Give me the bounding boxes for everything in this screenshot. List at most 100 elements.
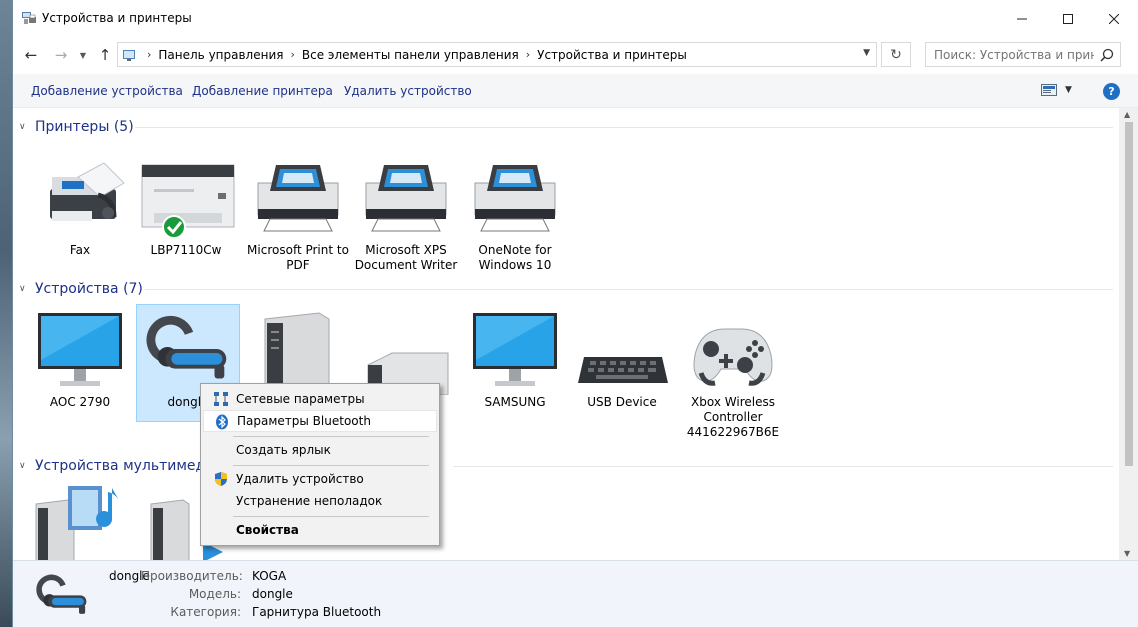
- device-item-lbp7110cw[interactable]: LBP7110Cw: [134, 153, 238, 258]
- group-divider: [453, 466, 1113, 467]
- device-item-media-server[interactable]: [28, 482, 132, 560]
- detail-manufacturer: Производитель: KOGA: [141, 569, 286, 583]
- bluetooth-icon: [216, 414, 228, 430]
- chevron-down-icon: ▼: [79, 50, 87, 60]
- detail-model: Модель: dongle: [141, 587, 293, 601]
- command-bar: Добавление устройства Добавление принтер…: [13, 74, 1138, 108]
- help-button[interactable]: ?: [1103, 83, 1120, 100]
- back-button[interactable]: ←: [21, 44, 41, 66]
- device-label: Fax: [69, 243, 91, 257]
- forward-button[interactable]: →: [51, 44, 71, 66]
- arrow-left-icon: ←: [24, 46, 38, 64]
- details-pane: dongle Производитель: KOGA Модель: dongle …: [13, 560, 1138, 627]
- breadcrumb-separator: ›: [147, 48, 152, 61]
- detail-key: Модель:: [188, 587, 241, 601]
- menu-item-label: Удалить устройство: [236, 472, 364, 486]
- device-item-usb-device[interactable]: USB Device: [570, 305, 674, 410]
- device-item-xbox-controller[interactable]: Xbox Wireless Controller 441622967B6E: [681, 305, 785, 440]
- breadcrumb-all-items[interactable]: Все элементы панели управления: [302, 48, 519, 62]
- add-printer-button[interactable]: Добавление принтера: [192, 84, 333, 98]
- change-view-button[interactable]: ▼: [1041, 84, 1072, 96]
- device-label: SAMSUNG: [484, 395, 546, 409]
- chevron-down-icon: ∨: [19, 461, 26, 471]
- device-item-drive[interactable]: [356, 305, 460, 396]
- navigation-bar: ← → ▼ ↑ › Панель управления › Все элемен…: [13, 38, 1138, 72]
- device-item-fax[interactable]: Fax: [28, 153, 132, 258]
- up-button[interactable]: ↑: [95, 44, 115, 66]
- detail-value: KOGA: [252, 569, 287, 583]
- group-title-multimedia: Устройства мультимеди: [35, 458, 215, 474]
- scroll-down-icon[interactable]: ▼: [1124, 549, 1130, 558]
- breadcrumb-separator[interactable]: ›: [290, 48, 294, 61]
- menu-item-label: Параметры Bluetooth: [237, 414, 371, 428]
- control-panel-icon: [123, 49, 135, 61]
- add-device-button[interactable]: Добавление устройства: [31, 84, 183, 98]
- menu-separator: [233, 465, 429, 466]
- menu-item-create-shortcut[interactable]: Создать ярлык: [203, 439, 437, 461]
- device-label: LBP7110Cw: [150, 243, 222, 257]
- group-divider: [145, 289, 1113, 290]
- address-bar[interactable]: › Панель управления › Все элементы панел…: [117, 42, 877, 67]
- menu-item-label: Устранение неполадок: [236, 494, 383, 508]
- headset-icon: [146, 315, 227, 379]
- device-label: USB Device: [587, 395, 657, 409]
- monitor-icon: [473, 313, 557, 386]
- breadcrumb-devices-printers[interactable]: Устройства и принтеры: [537, 48, 687, 62]
- device-item-samsung[interactable]: SAMSUNG: [463, 305, 567, 410]
- device-item-aoc-2790[interactable]: AOC 2790: [28, 305, 132, 410]
- maximize-button[interactable]: [1045, 0, 1091, 38]
- menu-item-troubleshoot[interactable]: Устранение неполадок: [203, 490, 437, 512]
- device-label: OneNote for Windows 10: [478, 243, 552, 272]
- computer-tower-icon: [264, 312, 330, 396]
- address-history-dropdown-icon[interactable]: ▼: [863, 48, 870, 58]
- chevron-down-icon: ∨: [19, 122, 26, 132]
- group-header-multimedia[interactable]: ∨ Устройства мультимеди: [19, 456, 214, 476]
- search-input[interactable]: [934, 47, 1094, 62]
- detail-category: Категория: Гарнитура Bluetooth: [141, 605, 381, 619]
- device-item-computer[interactable]: [247, 305, 351, 396]
- detail-value: dongle: [252, 587, 293, 601]
- group-title-devices: Устройства (7): [35, 281, 143, 297]
- group-title-printers: Принтеры (5): [35, 119, 134, 135]
- group-header-printers[interactable]: ∨ Принтеры (5): [19, 117, 134, 137]
- menu-item-label: Создать ярлык: [236, 443, 331, 457]
- close-icon: [1109, 14, 1119, 24]
- window-title: Устройства и принтеры: [42, 11, 192, 25]
- detail-key: Производитель:: [141, 569, 243, 583]
- recent-locations-button[interactable]: ▼: [73, 44, 93, 66]
- device-item-onenote[interactable]: OneNote for Windows 10: [463, 153, 567, 273]
- arrow-right-icon: →: [54, 46, 68, 64]
- breadcrumb-control-panel[interactable]: Панель управления: [158, 48, 283, 62]
- menu-separator: [233, 516, 429, 517]
- minimize-button[interactable]: [999, 0, 1045, 38]
- menu-item-remove-device[interactable]: Удалить устройство: [203, 468, 437, 490]
- network-icon: [214, 392, 228, 406]
- refresh-button[interactable]: ↻: [881, 42, 911, 67]
- media-server-icon: [35, 486, 120, 560]
- close-button[interactable]: [1091, 0, 1137, 38]
- device-item-print-to-pdf[interactable]: Microsoft Print to PDF: [246, 153, 350, 273]
- search-box[interactable]: [925, 42, 1121, 67]
- devices-printers-app-icon: [22, 12, 36, 24]
- menu-item-network-settings[interactable]: Сетевые параметры: [203, 388, 437, 410]
- fax-icon: [50, 162, 125, 221]
- keyboard-icon: [578, 357, 668, 383]
- device-item-xps-writer[interactable]: Microsoft XPS Document Writer: [354, 153, 458, 273]
- menu-item-label: Сетевые параметры: [236, 392, 365, 406]
- gamepad-icon: [693, 328, 773, 386]
- headset-icon: [36, 574, 87, 614]
- printer-icon: [474, 165, 556, 232]
- menu-item-label: Свойства: [236, 523, 299, 537]
- devices-and-printers-window: Устройства и принтеры ← → ▼ ↑ › Панель у…: [12, 0, 1138, 627]
- group-divider: [135, 127, 1113, 128]
- device-label: Microsoft XPS Document Writer: [354, 243, 458, 272]
- menu-item-properties[interactable]: Свойства: [203, 519, 437, 541]
- laser-printer-icon: [141, 164, 235, 239]
- breadcrumb-separator[interactable]: ›: [526, 48, 530, 61]
- menu-item-bluetooth-settings[interactable]: Параметры Bluetooth: [203, 410, 437, 432]
- scroll-thumb[interactable]: [1125, 122, 1133, 466]
- vertical-scrollbar[interactable]: ▲ ▼: [1119, 108, 1138, 560]
- scroll-up-icon[interactable]: ▲: [1124, 110, 1130, 119]
- group-header-devices[interactable]: ∨ Устройства (7): [19, 279, 143, 299]
- remove-device-button[interactable]: Удалить устройство: [344, 84, 472, 98]
